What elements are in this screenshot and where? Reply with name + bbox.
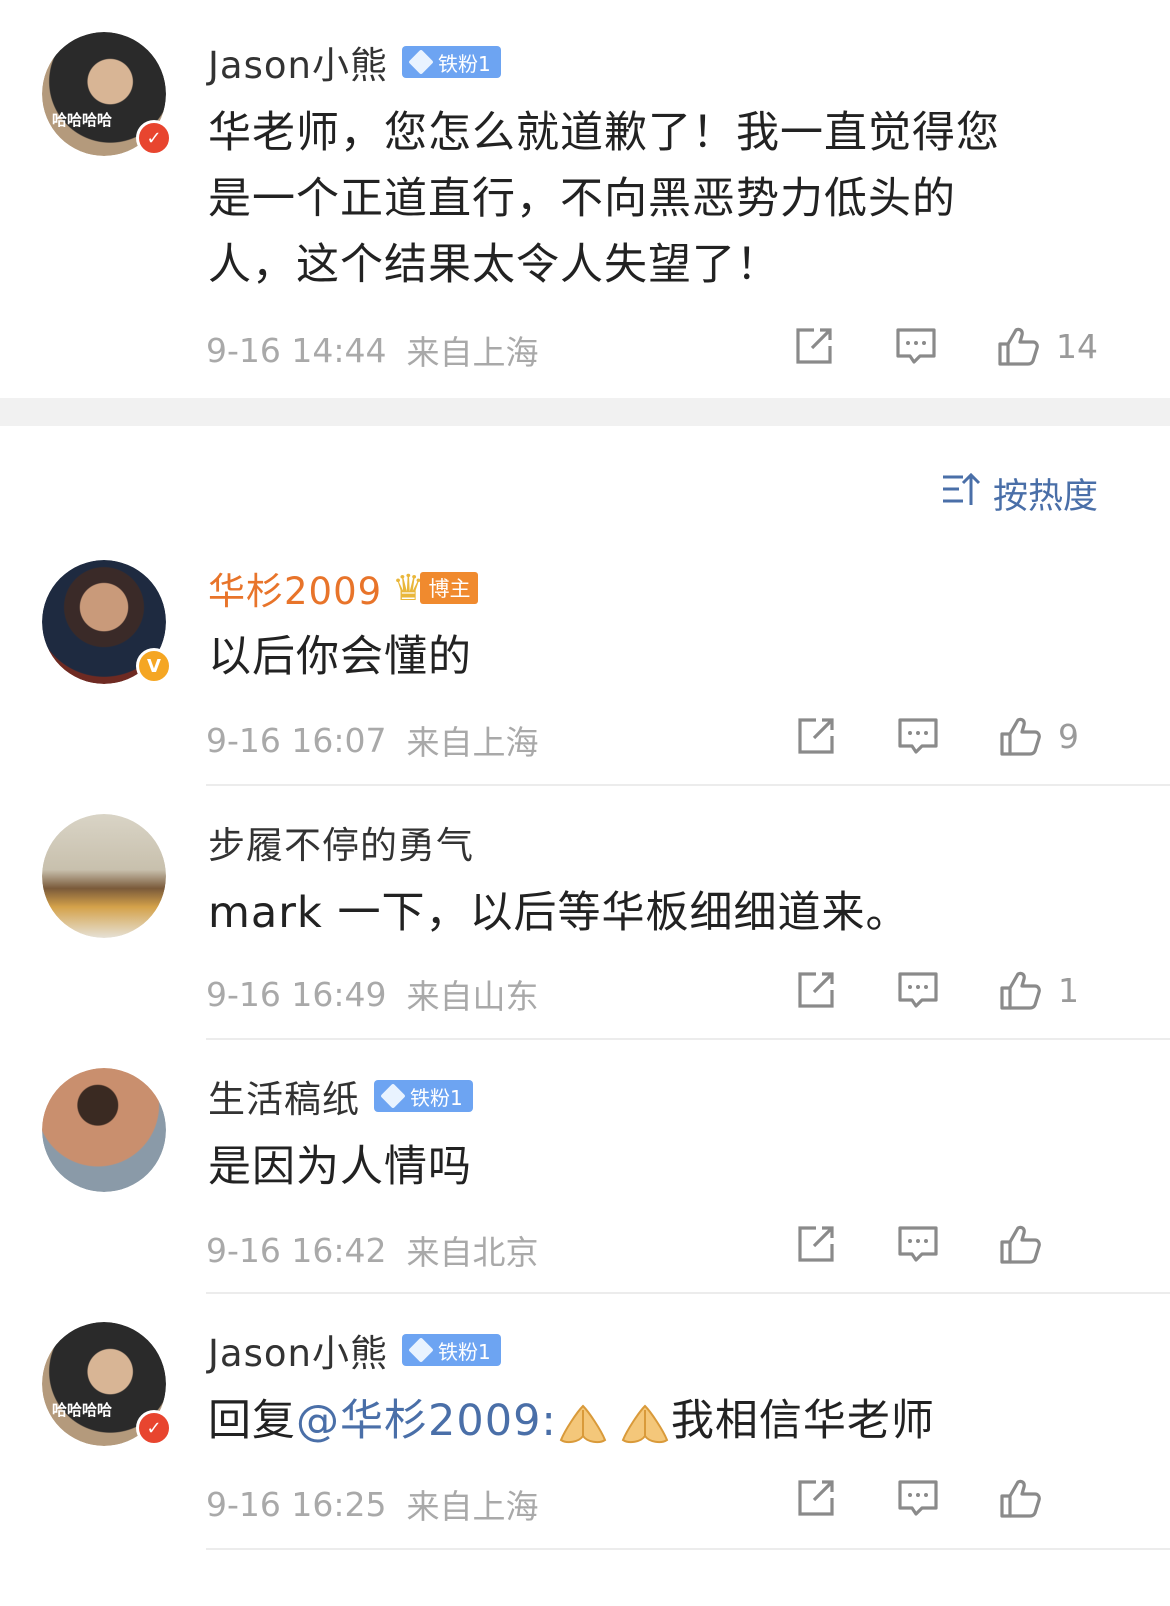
username[interactable]: 步履不停的勇气 (208, 815, 474, 869)
location: 来自山东 (406, 977, 539, 1016)
reply-text: 回复@华杉2009: 我相信华老师 (208, 1388, 935, 1454)
comment-line: 华老师，您怎么就道歉了！我一直觉得您 (208, 108, 1000, 158)
reply-suffix: 我相信华老师 (670, 1396, 935, 1446)
avatar (42, 1068, 166, 1192)
divider (206, 784, 1170, 786)
fan-badge-label: 铁粉1 (437, 1339, 491, 1364)
pray-emoji-icon (559, 1404, 607, 1443)
timestamp: 9-16 16:25 (206, 1484, 387, 1524)
avatar-label: 哈哈哈哈 (52, 1401, 113, 1419)
host-badge-label: 博主 (420, 572, 479, 604)
sort-button[interactable]: 按热度 (941, 468, 1098, 519)
location: 来自上海 (406, 333, 539, 372)
avatar-label: 哈哈哈哈 (52, 111, 113, 129)
share-icon[interactable] (792, 324, 836, 368)
avatar-bulv[interactable] (42, 814, 172, 944)
sort-label: 按热度 (992, 477, 1098, 517)
comment-line: 是一个正道直行，不向黑恶势力低头的 (208, 174, 956, 224)
like-icon[interactable] (998, 714, 1042, 758)
fan-badge: 铁粉1 (374, 1080, 473, 1112)
like-icon[interactable] (996, 324, 1040, 368)
avatar-jason[interactable]: 哈哈哈哈 ✓ (42, 1322, 172, 1452)
like-count: 14 (1056, 326, 1098, 366)
mention-link[interactable]: @华杉2009: (296, 1396, 557, 1446)
avatar (42, 814, 166, 938)
comment-icon[interactable] (894, 324, 938, 368)
location: 来自上海 (406, 723, 539, 762)
location: 来自北京 (406, 1233, 539, 1272)
username[interactable]: 华杉2009 (208, 561, 382, 615)
comment-text: 华老师，您怎么就道歉了！我一直觉得您 是一个正道直行，不向黑恶势力低头的 人，这… (208, 100, 1000, 298)
divider (206, 1292, 1170, 1294)
avatar-jason[interactable]: 哈哈哈哈 ✓ (42, 32, 172, 162)
like-count: 9 (1058, 716, 1079, 756)
verified-red-icon: ✓ (136, 120, 172, 156)
comment-icon[interactable] (896, 1222, 940, 1266)
diamond-icon (408, 49, 434, 75)
username[interactable]: 生活稿纸 (208, 1069, 360, 1123)
avatar-huashan[interactable]: V (42, 560, 172, 690)
host-badge: ♛ 博主 (392, 568, 479, 609)
like-icon[interactable] (998, 968, 1042, 1012)
fan-badge-label: 铁粉1 (410, 1085, 463, 1110)
username[interactable]: Jason小熊 (208, 35, 388, 89)
section-divider (0, 398, 1170, 426)
reply-text: mark 一下，以后等华板细细道来。 (208, 888, 910, 938)
share-icon[interactable] (794, 968, 838, 1012)
avatar-shenghuo[interactable] (42, 1068, 172, 1198)
timestamp: 9-16 14:44 (206, 330, 387, 370)
diamond-icon (408, 1337, 434, 1363)
share-icon[interactable] (794, 1222, 838, 1266)
timestamp: 9-16 16:07 (206, 720, 387, 760)
comment-icon[interactable] (896, 1476, 940, 1520)
verified-red-icon: ✓ (136, 1410, 172, 1446)
verified-gold-icon: V (136, 648, 172, 684)
fan-badge-label: 铁粉1 (437, 51, 491, 76)
timestamp: 9-16 16:49 (206, 974, 387, 1014)
reply-prefix: 回复 (208, 1396, 296, 1446)
like-count: 1 (1058, 970, 1079, 1010)
pray-emoji-icon (621, 1404, 669, 1443)
divider (206, 1038, 1170, 1040)
share-icon[interactable] (794, 1476, 838, 1520)
location: 来自上海 (406, 1487, 539, 1526)
comment-icon[interactable] (896, 714, 940, 758)
fan-badge: 铁粉1 (401, 46, 501, 78)
like-icon[interactable] (998, 1476, 1042, 1520)
timestamp: 9-16 16:42 (206, 1230, 387, 1270)
comment-line: 人，这个结果太令人失望了！ (208, 240, 780, 290)
share-icon[interactable] (794, 714, 838, 758)
divider (206, 1548, 1170, 1550)
username[interactable]: Jason小熊 (208, 1323, 388, 1377)
fan-badge: 铁粉1 (401, 1334, 501, 1366)
like-icon[interactable] (998, 1222, 1042, 1266)
reply-text: 以后你会懂的 (208, 632, 472, 682)
comment-icon[interactable] (896, 968, 940, 1012)
reply-text: 是因为人情吗 (208, 1142, 472, 1192)
diamond-icon (380, 1083, 406, 1109)
sort-icon (941, 471, 981, 516)
